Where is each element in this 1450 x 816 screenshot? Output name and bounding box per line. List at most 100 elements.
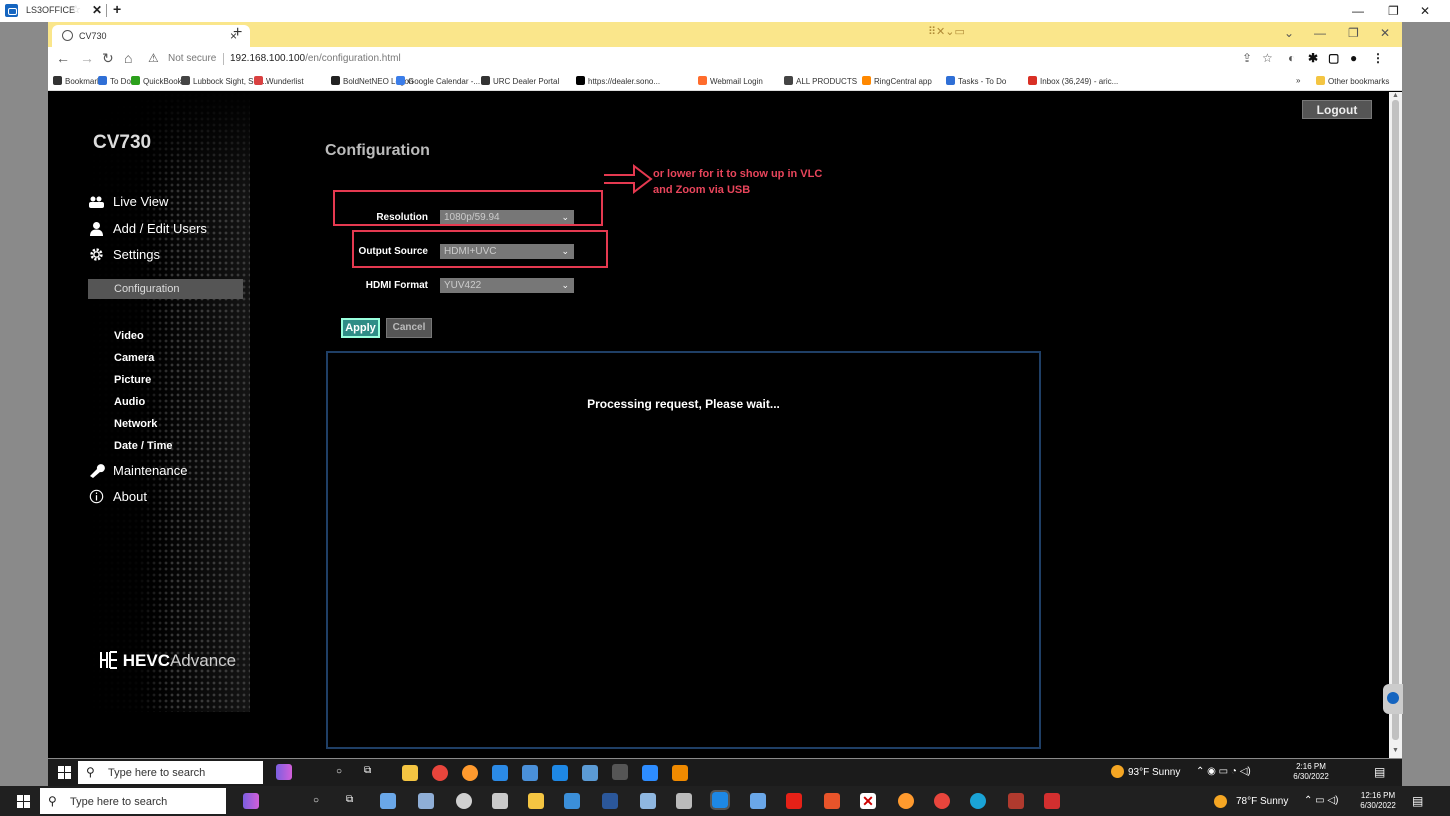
- outlook-icon[interactable]: [564, 793, 580, 809]
- share-icon[interactable]: ⇪: [1242, 51, 1252, 65]
- nav-add-edit-users[interactable]: Add / Edit Users: [88, 221, 207, 236]
- bookmark-item[interactable]: To Do: [98, 76, 131, 86]
- sub-configuration[interactable]: Configuration: [88, 279, 243, 299]
- puzzle-icon[interactable]: ✱: [1308, 51, 1318, 65]
- sub-camera[interactable]: Camera: [114, 352, 154, 364]
- chrome-icon[interactable]: [432, 765, 448, 781]
- chrome-active-icon[interactable]: [612, 764, 628, 780]
- remote-session-tab-title[interactable]: LS3OFFICE: [26, 5, 75, 15]
- back-icon[interactable]: ←: [56, 50, 70, 66]
- extension-icon[interactable]: ◐: [1288, 51, 1295, 65]
- app-icon[interactable]: [750, 793, 766, 809]
- teamviewer-side-handle-icon[interactable]: [1383, 684, 1403, 714]
- tray-icons[interactable]: ⌃ ▭ ◁): [1304, 795, 1338, 806]
- forward-icon[interactable]: →: [80, 50, 94, 66]
- bookmark-item[interactable]: RingCentral app: [862, 76, 932, 86]
- sub-network[interactable]: Network: [114, 418, 157, 430]
- office-icon[interactable]: [824, 793, 840, 809]
- other-bookmarks-folder[interactable]: Other bookmarks: [1316, 76, 1389, 86]
- remote-search-box[interactable]: ⚲ Type here to search: [78, 761, 263, 784]
- restore-icon[interactable]: ❐: [1388, 4, 1399, 18]
- x-app-icon[interactable]: ✕: [860, 793, 876, 809]
- teamviewer-icon[interactable]: [710, 790, 730, 810]
- minimize-icon[interactable]: —: [1314, 26, 1326, 40]
- app-icon[interactable]: [456, 793, 472, 809]
- hdmi-format-select[interactable]: YUV422 ⌄: [440, 278, 574, 293]
- app-icon[interactable]: [582, 765, 598, 781]
- app-icon[interactable]: [676, 793, 692, 809]
- ie-icon[interactable]: [492, 765, 508, 781]
- chrome-icon[interactable]: [934, 793, 950, 809]
- close-session-tab-icon[interactable]: ✕: [92, 3, 102, 17]
- bookmarks-overflow-button[interactable]: »: [1296, 76, 1300, 85]
- app-icon[interactable]: [1008, 793, 1024, 809]
- tab-cv730[interactable]: CV730 ×: [52, 25, 250, 47]
- task-view-icon[interactable]: ⧉: [346, 794, 353, 805]
- bookmark-item[interactable]: QuickBooks: [131, 76, 186, 86]
- sidepanel-icon[interactable]: ▢: [1328, 51, 1339, 65]
- notification-icon[interactable]: ▤: [1412, 794, 1423, 808]
- restore-icon[interactable]: ❐: [1348, 26, 1359, 40]
- file-explorer-icon[interactable]: [402, 765, 418, 781]
- app-icon[interactable]: [380, 793, 396, 809]
- remote-desktop-icon[interactable]: [522, 765, 538, 781]
- bookmark-item[interactable]: URC Dealer Portal: [481, 76, 559, 86]
- bookmark-item[interactable]: Webmail Login: [698, 76, 763, 86]
- edge-icon[interactable]: [970, 793, 986, 809]
- nav-about[interactable]: About: [88, 489, 147, 504]
- reload-icon[interactable]: ↻: [102, 50, 114, 67]
- bookmark-item[interactable]: ALL PRODUCTS: [784, 76, 857, 86]
- address-bar[interactable]: ⚠ Not secure 192.168.100.100/en/configur…: [144, 49, 1294, 69]
- tab-search-icon[interactable]: ⌄: [1284, 26, 1294, 40]
- tray-icons[interactable]: ⌃ ◉ ▭ ◔ ◁): [1196, 766, 1251, 777]
- nav-settings[interactable]: Settings: [88, 247, 160, 262]
- vlc-icon[interactable]: [672, 765, 688, 781]
- cortana-icon[interactable]: ○: [313, 795, 319, 806]
- bookmark-item[interactable]: Tasks - To Do: [946, 76, 1006, 86]
- word-icon[interactable]: [602, 793, 618, 809]
- cancel-button[interactable]: Cancel: [386, 318, 432, 338]
- bookmark-item[interactable]: Inbox (36,249) - aric...: [1028, 76, 1118, 86]
- firefox-icon[interactable]: [462, 765, 478, 781]
- page-scrollbar[interactable]: ▲ ▼: [1389, 92, 1402, 758]
- task-view-icon[interactable]: ⧉: [364, 765, 371, 776]
- bookmark-item[interactable]: Google Calendar -...: [396, 76, 480, 86]
- notification-icon[interactable]: ▤: [1374, 765, 1385, 779]
- minimize-icon[interactable]: —: [1352, 4, 1364, 18]
- zoom-icon[interactable]: [642, 765, 658, 781]
- nav-live-view[interactable]: Live View: [88, 194, 168, 209]
- new-session-tab-button[interactable]: +: [113, 1, 121, 17]
- bookmark-star-icon[interactable]: ☆: [1262, 51, 1273, 65]
- scroll-thumb[interactable]: [1392, 100, 1399, 740]
- nav-maintenance[interactable]: Maintenance: [88, 463, 187, 478]
- close-icon[interactable]: ✕: [1380, 26, 1390, 40]
- cortana-icon[interactable]: ○: [336, 766, 342, 777]
- app-icon[interactable]: [492, 793, 508, 809]
- app-icon[interactable]: [640, 793, 656, 809]
- sub-video[interactable]: Video: [114, 330, 144, 342]
- local-search-box[interactable]: ⚲ Type here to search: [40, 788, 226, 814]
- new-tab-button[interactable]: +: [233, 24, 242, 42]
- windows-start-icon[interactable]: [17, 795, 30, 808]
- logout-button[interactable]: Logout: [1302, 100, 1372, 119]
- menu-icon[interactable]: ⋮: [1372, 51, 1384, 65]
- calculator-icon[interactable]: [418, 793, 434, 809]
- remote-toolbar-icon[interactable]: ⠿✕⌄▭: [928, 25, 965, 38]
- cortana-art-icon[interactable]: [243, 793, 259, 809]
- weather-text[interactable]: 93°F Sunny: [1128, 767, 1180, 778]
- firefox-icon[interactable]: [898, 793, 914, 809]
- bookmark-item[interactable]: Wunderlist: [254, 76, 304, 86]
- sub-audio[interactable]: Audio: [114, 396, 145, 408]
- home-icon[interactable]: ⌂: [124, 50, 132, 66]
- star-icon[interactable]: ☆: [71, 3, 81, 16]
- bookmark-item[interactable]: https://dealer.sono...: [576, 76, 660, 86]
- youtube-icon[interactable]: [786, 793, 802, 809]
- profile-icon[interactable]: ●: [1350, 51, 1357, 65]
- scroll-up-icon[interactable]: ▲: [1392, 92, 1399, 99]
- close-icon[interactable]: ✕: [1420, 4, 1430, 18]
- apply-button[interactable]: Apply: [341, 318, 380, 338]
- teamviewer-icon[interactable]: [552, 765, 568, 781]
- app-icon[interactable]: [1044, 793, 1060, 809]
- file-explorer-icon[interactable]: [528, 793, 544, 809]
- weather-text[interactable]: 78°F Sunny: [1236, 796, 1288, 807]
